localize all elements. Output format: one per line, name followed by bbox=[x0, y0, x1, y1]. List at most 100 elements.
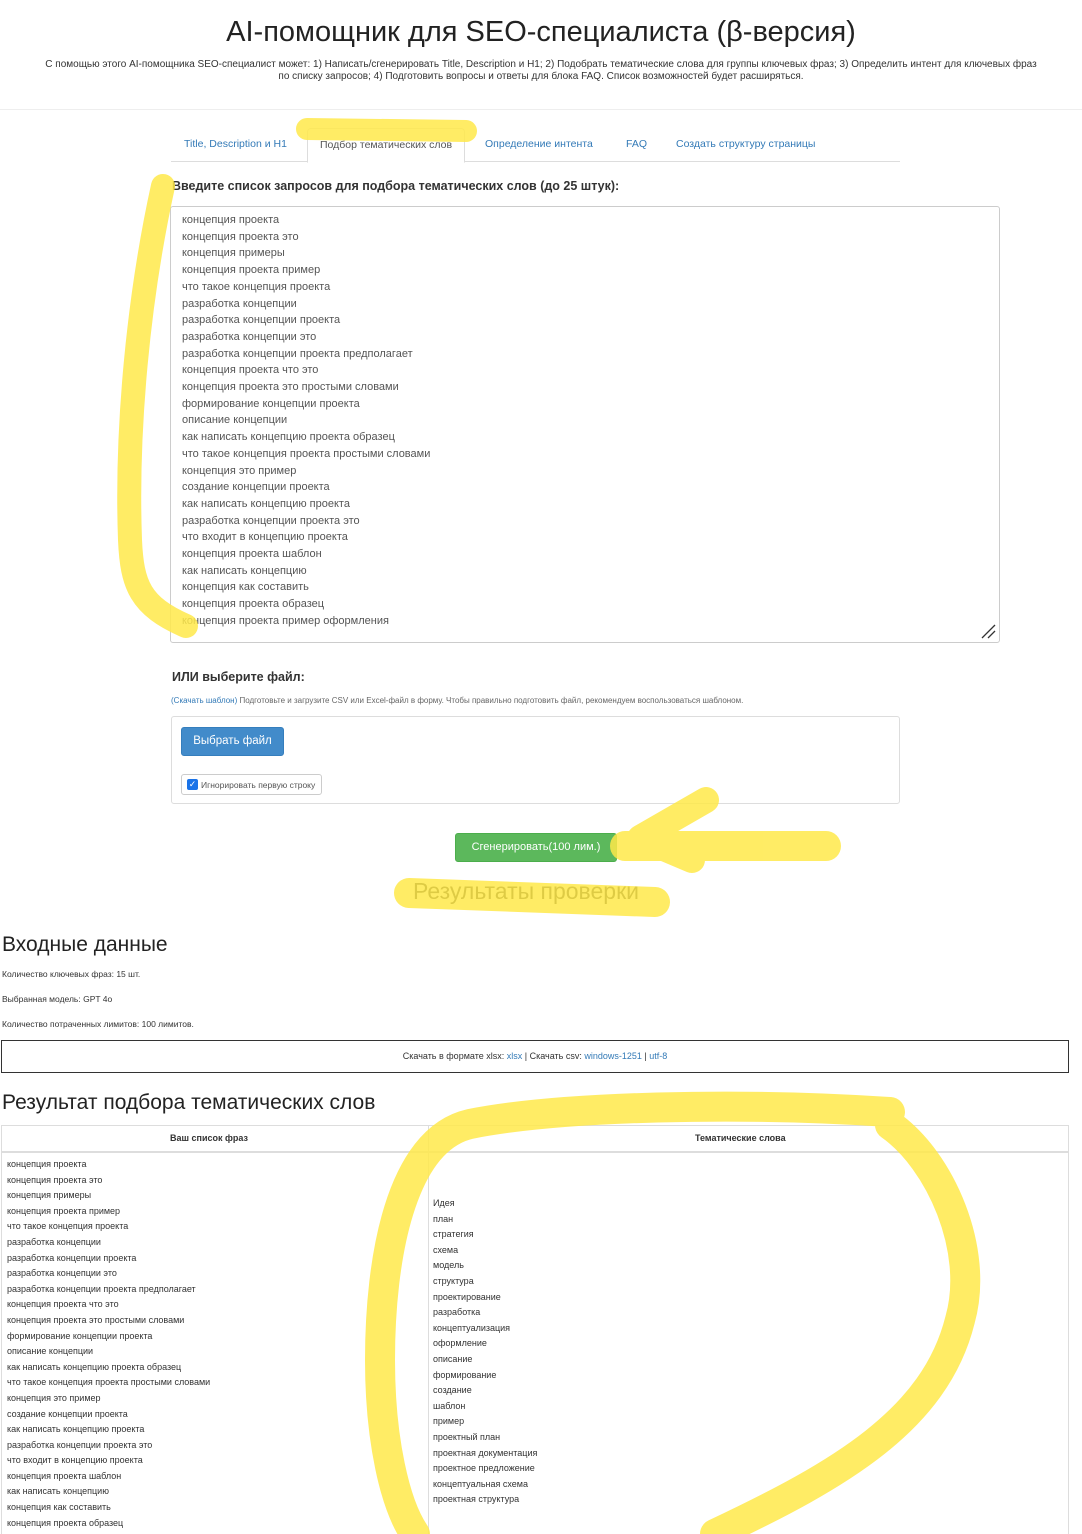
phrase-line: разработка концепции проекта предполагае… bbox=[7, 1283, 196, 1294]
thematic-word-line: проектная структура bbox=[433, 1494, 520, 1505]
query-line: как написать концепцию проекта образец bbox=[182, 431, 395, 444]
query-line: концепция проекта пример оформления bbox=[182, 614, 389, 627]
phrase-line: что такое концепция проекта простыми сло… bbox=[7, 1377, 211, 1388]
download-csv-utf8-link[interactable]: utf-8 bbox=[649, 1051, 667, 1061]
limits-spent: Количество потраченных лимитов: 100 лими… bbox=[2, 1019, 194, 1029]
thematic-word-line: стратегия bbox=[433, 1229, 474, 1240]
phrase-line: концепция проекта образец bbox=[7, 1517, 124, 1528]
intro-line-1: С помощью этого AI-помощника SEO-специал… bbox=[45, 59, 1037, 70]
thematic-word-line: модель bbox=[433, 1260, 464, 1271]
phrase-line: разработка концепции проекта это bbox=[7, 1439, 153, 1450]
thematic-word-line: проектная документация bbox=[433, 1447, 538, 1458]
phrase-line: как написать концепцию проекта bbox=[7, 1424, 145, 1435]
results-check-label: Результаты проверки bbox=[413, 878, 640, 904]
thematic-word-line: проектное предложение bbox=[433, 1463, 535, 1474]
thematic-word-line: схема bbox=[433, 1244, 459, 1255]
phrase-line: концепция это пример bbox=[7, 1392, 101, 1403]
thematic-word-line: концептуализация bbox=[433, 1322, 511, 1333]
phrase-line: разработка концепции bbox=[7, 1236, 101, 1247]
download-bar: Скачать в формате xlsx: xlsx | Скачать c… bbox=[1, 1040, 1069, 1073]
tab-title-description-h1[interactable]: Title, Description и H1 bbox=[184, 138, 287, 150]
thematic-word-line: шаблон bbox=[433, 1400, 466, 1411]
keyword-count: Количество ключевых фраз: 15 шт. bbox=[2, 969, 141, 979]
query-line: разработка концепции проекта это bbox=[182, 514, 360, 527]
generate-button[interactable]: Сгенерировать(100 лим.) bbox=[455, 833, 617, 862]
thematic-word-line: формирование bbox=[433, 1369, 497, 1380]
download-csv-windows1251-link[interactable]: windows-1251 bbox=[584, 1051, 642, 1061]
query-line: концепция примеры bbox=[182, 247, 285, 260]
query-line: разработка концепции это bbox=[182, 330, 317, 343]
query-line: концепция проекта шаблон bbox=[182, 548, 322, 561]
phrase-line: концепция проекта шаблон bbox=[7, 1470, 122, 1481]
query-line: что такое концепция проекта простыми сло… bbox=[182, 447, 431, 460]
phrase-line: концепция проекта это простыми словами bbox=[7, 1314, 185, 1325]
phrase-line: концепция проекта это bbox=[7, 1174, 103, 1185]
query-line: разработка концепции проекта предполагае… bbox=[182, 347, 413, 360]
ignore-first-row-label: Игнорировать первую строку bbox=[201, 779, 316, 790]
col-phrases-header: Ваш список фраз bbox=[170, 1133, 248, 1143]
download-xlsx-link[interactable]: xlsx bbox=[507, 1051, 523, 1061]
file-label: ИЛИ выберите файл: bbox=[172, 670, 305, 684]
query-line: концепция проекта это bbox=[182, 230, 299, 243]
page-title: AI-помощник для SEO-специалиста (β-верси… bbox=[226, 16, 856, 48]
csv-prefix: | Скачать csv: bbox=[522, 1051, 585, 1061]
query-line: концепция это пример bbox=[182, 464, 297, 477]
col-thematic-header: Тематические слова bbox=[695, 1133, 786, 1143]
tab-page-structure[interactable]: Создать структуру страницы bbox=[676, 138, 815, 150]
tab-faq[interactable]: FAQ bbox=[626, 138, 647, 150]
tab-intent[interactable]: Определение интента bbox=[485, 138, 593, 150]
file-upload-panel: Выбрать файл ✓ Игнорировать первую строк… bbox=[171, 716, 900, 804]
thematic-word-line: описание bbox=[433, 1353, 473, 1364]
phrase-line: описание концепции bbox=[7, 1346, 94, 1357]
results-heading: Результат подбора тематических слов bbox=[2, 1091, 376, 1114]
highlight-arrow-head bbox=[627, 787, 719, 873]
query-line: как написать концепцию bbox=[182, 564, 307, 577]
query-line: концепция проекта пример bbox=[182, 264, 321, 277]
query-line: что такое концепция проекта bbox=[182, 280, 331, 293]
thematic-word-line: оформление bbox=[433, 1338, 487, 1349]
resize-grip-icon[interactable] bbox=[979, 622, 997, 640]
phrase-line: концепция проекта что это bbox=[7, 1299, 119, 1310]
query-line: концепция проекта это простыми словами bbox=[182, 381, 399, 394]
thematic-words-cell: Идея план стратегия схема модель структура про… bbox=[433, 1196, 537, 1508]
thematic-word-line: создание bbox=[433, 1385, 472, 1396]
phrase-line: что входит в концепцию проекта bbox=[7, 1455, 143, 1466]
results-table: Ваш список фраз Тематические слова конце… bbox=[1, 1125, 1069, 1534]
phrase-line: как написать концепцию bbox=[7, 1486, 109, 1497]
thematic-word-line: концептуальная схема bbox=[433, 1478, 528, 1489]
query-line: концепция проекта bbox=[182, 214, 280, 226]
queries-list: концепция проекта концепция проекта это ко… bbox=[182, 212, 999, 630]
query-line: создание концепции проекта bbox=[182, 481, 330, 494]
table-header-row: Ваш список фраз Тематические слова bbox=[2, 1126, 1068, 1153]
query-line: что входит в концепцию проекта bbox=[182, 531, 348, 544]
thematic-word-line: разработка bbox=[433, 1307, 481, 1318]
download-template-link[interactable]: (Скачать шаблон) bbox=[171, 696, 237, 705]
query-line: как написать концепцию проекта bbox=[182, 497, 350, 510]
phrases-cell: концепция проекта концепция проекта это ко… bbox=[7, 1157, 210, 1531]
file-help: (Скачать шаблон) Подготовьте и загрузите… bbox=[171, 696, 743, 705]
queries-textarea[interactable]: концепция проекта концепция проекта это ко… bbox=[170, 206, 1000, 643]
phrase-line: как написать концепцию проекта образец bbox=[7, 1361, 182, 1372]
query-line: концепция как составить bbox=[182, 581, 309, 594]
ignore-first-row-option[interactable]: ✓ Игнорировать первую строку bbox=[181, 774, 323, 795]
phrase-line: концепция примеры bbox=[7, 1190, 92, 1201]
thematic-word-line: Идея bbox=[433, 1198, 455, 1208]
query-line: описание концепции bbox=[182, 414, 288, 427]
queries-label: Введите список запросов для подбора тема… bbox=[172, 179, 620, 193]
query-line: концепция проекта что это bbox=[182, 364, 319, 377]
phrase-line: создание концепции проекта bbox=[7, 1408, 128, 1419]
phrase-line: разработка концепции это bbox=[7, 1268, 117, 1279]
thematic-word-line: план bbox=[433, 1213, 454, 1224]
intro-line-2: по списку запросов; 4) Подготовить вопро… bbox=[278, 71, 804, 82]
choose-file-button[interactable]: Выбрать файл bbox=[181, 727, 284, 756]
query-line: разработка концепции bbox=[182, 297, 297, 310]
thematic-word-line: пример bbox=[433, 1416, 465, 1427]
input-data-heading: Входные данные bbox=[2, 933, 168, 956]
column-divider bbox=[428, 1126, 429, 1534]
xlsx-prefix: Скачать в формате xlsx: bbox=[402, 1051, 507, 1061]
thematic-word-line: проектирование bbox=[433, 1291, 501, 1302]
checkbox-checked-icon[interactable]: ✓ bbox=[187, 779, 198, 790]
phrase-line: разработка концепции проекта bbox=[7, 1252, 137, 1263]
page-intro: С помощью этого AI-помощника SEO-специал… bbox=[0, 59, 1082, 83]
tab-thematic-words[interactable]: Подбор тематических слов bbox=[307, 128, 466, 163]
